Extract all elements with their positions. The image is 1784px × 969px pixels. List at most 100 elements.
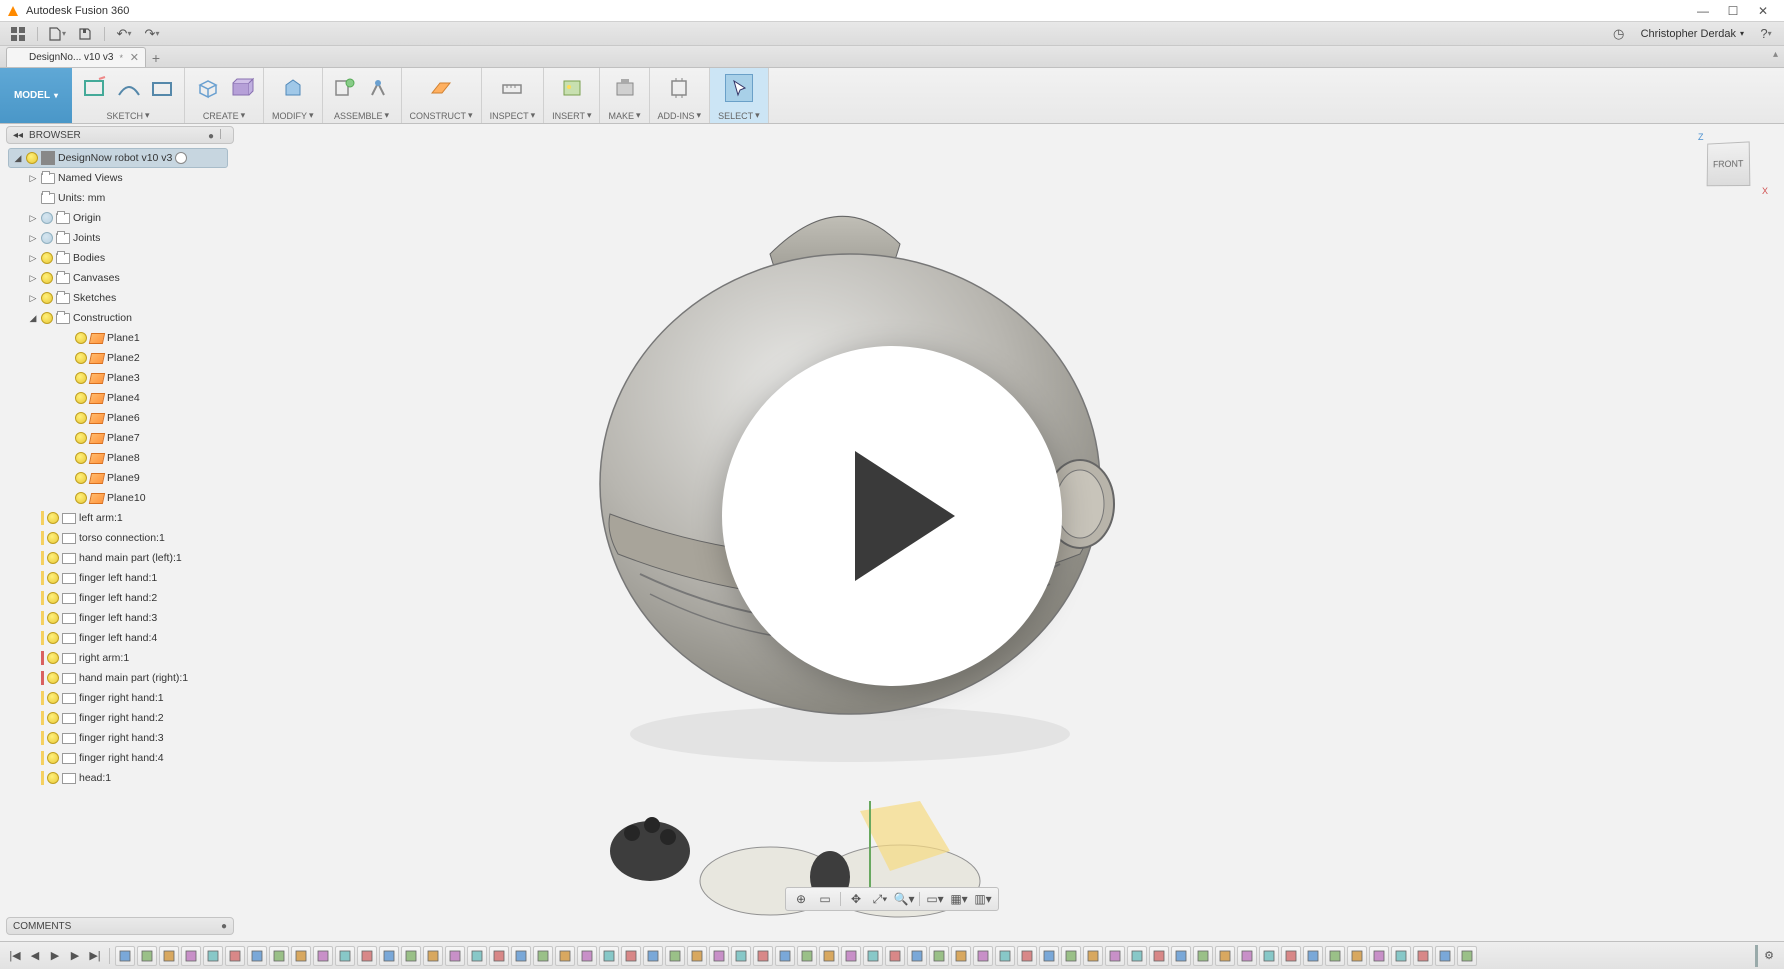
timeline-feature[interactable] <box>379 946 399 966</box>
browser-item[interactable]: Plane2 <box>62 348 268 368</box>
visibility-bulb-icon[interactable] <box>75 372 87 384</box>
collapse-ribbon-button[interactable]: ▴ <box>1773 49 1778 60</box>
viewcube-face[interactable]: FRONT <box>1707 141 1751 186</box>
timeline-feature[interactable] <box>489 946 509 966</box>
visibility-bulb-icon[interactable] <box>47 572 59 584</box>
job-status-icon[interactable]: ◷ <box>1607 24 1631 44</box>
ribbon-label[interactable]: MODIFY ▾ <box>272 110 314 121</box>
timeline-feature[interactable] <box>423 946 443 966</box>
visibility-bulb-icon[interactable] <box>41 272 53 284</box>
timeline-settings-button[interactable]: ⚙ <box>1760 946 1778 966</box>
visibility-bulb-icon[interactable] <box>75 352 87 364</box>
timeline-feature[interactable] <box>159 946 179 966</box>
timeline-feature[interactable] <box>951 946 971 966</box>
visibility-bulb-icon[interactable] <box>75 432 87 444</box>
browser-item[interactable]: finger left hand:2 <box>28 588 268 608</box>
browser-item[interactable]: Plane4 <box>62 388 268 408</box>
visibility-bulb-icon[interactable] <box>26 152 38 164</box>
ribbon-label[interactable]: ADD-INS ▾ <box>658 110 702 121</box>
expand-icon[interactable]: ▷ <box>28 273 38 284</box>
timeline-feature[interactable] <box>1259 946 1279 966</box>
box-icon[interactable] <box>193 74 221 102</box>
timeline-feature[interactable] <box>1193 946 1213 966</box>
line-icon[interactable] <box>114 74 142 102</box>
expand-icon[interactable]: ▷ <box>28 253 38 264</box>
activate-radio-icon[interactable] <box>175 152 187 164</box>
browser-item[interactable]: ▷Joints <box>28 228 268 248</box>
browser-item[interactable]: finger left hand:1 <box>28 568 268 588</box>
timeline-feature[interactable] <box>1369 946 1389 966</box>
visibility-bulb-icon[interactable] <box>47 692 59 704</box>
timeline-step-back-button[interactable]: ◀ <box>26 946 44 966</box>
timeline-feature[interactable] <box>1391 946 1411 966</box>
timeline-feature[interactable] <box>137 946 157 966</box>
joint-icon[interactable] <box>365 74 393 102</box>
fit-icon[interactable]: 🔍▾ <box>893 889 915 909</box>
ribbon-label[interactable]: CREATE ▾ <box>203 110 245 121</box>
browser-item[interactable]: finger right hand:4 <box>28 748 268 768</box>
zoom-icon[interactable]: ⤢▾ <box>869 889 891 909</box>
browser-item[interactable]: ▷Bodies <box>28 248 268 268</box>
grid-settings-icon[interactable]: ▦▾ <box>948 889 970 909</box>
ribbon-label[interactable]: CONSTRUCT ▾ <box>410 110 473 121</box>
insert-derive-icon[interactable] <box>558 74 586 102</box>
timeline-feature[interactable] <box>1303 946 1323 966</box>
ribbon-label[interactable]: INSPECT ▾ <box>490 110 536 121</box>
viewcube[interactable]: Z FRONT X <box>1696 132 1766 202</box>
timeline-feature[interactable] <box>313 946 333 966</box>
addins-icon[interactable] <box>665 74 693 102</box>
browser-item[interactable]: right arm:1 <box>28 648 268 668</box>
browser-item[interactable]: Plane3 <box>62 368 268 388</box>
viewport[interactable]: ◂◂ BROWSER ● ◢ DesignNow robot v10 v3 ▷N… <box>0 124 1784 941</box>
timeline-feature[interactable] <box>753 946 773 966</box>
timeline-feature[interactable] <box>1237 946 1257 966</box>
new-document-button[interactable]: + <box>146 49 166 67</box>
browser-panel-header[interactable]: ◂◂ BROWSER ● <box>6 126 234 144</box>
browser-item[interactable]: finger right hand:2 <box>28 708 268 728</box>
visibility-bulb-icon[interactable] <box>41 312 53 324</box>
timeline-feature[interactable] <box>1105 946 1125 966</box>
visibility-bulb-icon[interactable] <box>41 212 53 224</box>
browser-item[interactable]: ◢Construction <box>28 308 268 328</box>
timeline-feature[interactable] <box>731 946 751 966</box>
timeline-feature[interactable] <box>181 946 201 966</box>
timeline-feature[interactable] <box>907 946 927 966</box>
visibility-bulb-icon[interactable] <box>41 292 53 304</box>
timeline-feature[interactable] <box>1347 946 1367 966</box>
timeline-feature[interactable] <box>1127 946 1147 966</box>
visibility-bulb-icon[interactable] <box>75 412 87 424</box>
redo-button[interactable]: ↷▾ <box>140 24 164 44</box>
timeline-end-button[interactable]: ▶| <box>86 946 104 966</box>
pan-icon[interactable]: ✥ <box>845 889 867 909</box>
browser-item[interactable]: Plane9 <box>62 468 268 488</box>
timeline-feature[interactable] <box>577 946 597 966</box>
timeline-marker[interactable] <box>1755 945 1758 967</box>
timeline-feature[interactable] <box>819 946 839 966</box>
timeline-feature[interactable] <box>665 946 685 966</box>
browser-item[interactable]: torso connection:1 <box>28 528 268 548</box>
visibility-bulb-icon[interactable] <box>75 392 87 404</box>
press-pull-icon[interactable] <box>279 74 307 102</box>
comments-panel-header[interactable]: COMMENTS ● <box>6 917 234 935</box>
timeline-feature[interactable] <box>1083 946 1103 966</box>
timeline-feature[interactable] <box>511 946 531 966</box>
rectangle-icon[interactable] <box>148 74 176 102</box>
visibility-bulb-icon[interactable] <box>47 612 59 624</box>
visibility-bulb-icon[interactable] <box>75 472 87 484</box>
visibility-bulb-icon[interactable] <box>75 332 87 344</box>
look-at-icon[interactable]: ▭ <box>814 889 836 909</box>
timeline-feature[interactable] <box>797 946 817 966</box>
ribbon-label[interactable]: MAKE ▾ <box>608 110 640 121</box>
timeline-feature[interactable] <box>445 946 465 966</box>
video-play-button[interactable] <box>722 346 1062 686</box>
browser-item[interactable]: left arm:1 <box>28 508 268 528</box>
browser-item[interactable]: Plane1 <box>62 328 268 348</box>
expand-icon[interactable]: ▷ <box>28 293 38 304</box>
ribbon-label[interactable]: ASSEMBLE ▾ <box>334 110 389 121</box>
create-sketch-icon[interactable] <box>80 74 108 102</box>
measure-icon[interactable] <box>498 74 526 102</box>
browser-item[interactable]: hand main part (right):1 <box>28 668 268 688</box>
ribbon-label[interactable]: INSERT ▾ <box>552 110 591 121</box>
visibility-bulb-icon[interactable] <box>47 732 59 744</box>
browser-item[interactable]: Plane10 <box>62 488 268 508</box>
